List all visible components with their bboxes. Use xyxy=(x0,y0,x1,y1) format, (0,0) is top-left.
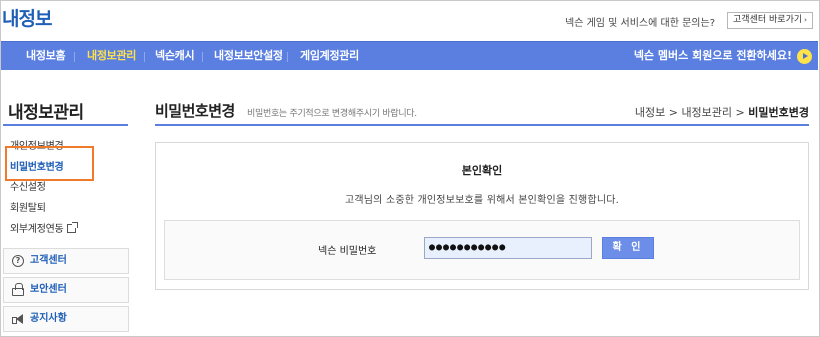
speaker-icon xyxy=(12,314,24,324)
external-link-icon xyxy=(67,222,79,233)
nav-divider xyxy=(144,52,145,62)
sidebar-box-label: 보안센터 xyxy=(30,284,67,295)
password-input[interactable]: ●●●●●●●●●●● xyxy=(424,237,592,259)
page-subtitle: 비밀번호는 주기적으로 변경해주시기 바랍니다. xyxy=(247,109,417,119)
breadcrumb-item[interactable]: 내정보관리 xyxy=(681,106,732,119)
main-nav: 내정보홈 내정보관리 넥슨캐시 내정보보안설정 게임계정관리 넥슨 멤버스 회원… xyxy=(1,41,818,70)
sidebar-box-label: 공지사항 xyxy=(30,313,67,324)
breadcrumb-current: 비밀번호변경 xyxy=(748,106,809,119)
help-circle-icon: ? xyxy=(12,255,24,267)
sidebar-item-external-label: 외부계정연동 xyxy=(10,224,64,235)
help-text: 넥슨 게임 및 서비스에 대한 문의는? xyxy=(565,18,716,29)
sidebar-box-label: 고객센터 xyxy=(30,255,67,266)
nav-item-security[interactable]: 내정보보안설정 xyxy=(214,42,283,71)
page-title: 비밀번호변경 xyxy=(155,102,235,120)
sidebar-title: 내정보관리 xyxy=(8,103,84,123)
panel-title: 본인확인 xyxy=(461,164,503,177)
breadcrumb-item[interactable]: 내정보 xyxy=(635,106,665,119)
nav-divider xyxy=(287,52,288,62)
site-logo[interactable]: 내정보 xyxy=(2,4,52,31)
play-arrow-icon[interactable] xyxy=(797,49,812,64)
nav-divider xyxy=(74,52,75,62)
sidebar-box-customer-center[interactable]: ? 고객센터 xyxy=(3,248,129,274)
membership-promo-link[interactable]: 넥슨 멤버스 회원으로 전환하세요! xyxy=(634,42,792,71)
verification-panel: 본인확인 고객님의 소중한 개인정보보호를 위해서 본인확인을 진행합니다. 넥… xyxy=(155,142,809,290)
breadcrumb: 내정보 > 내정보관리 > 비밀번호변경 xyxy=(635,104,809,120)
nav-item-game-account[interactable]: 게임계정관리 xyxy=(300,42,359,71)
password-label: 넥슨 비밀번호 xyxy=(318,246,377,257)
customer-center-button[interactable]: 고객센터 바로가기 › xyxy=(727,12,813,29)
sidebar-divider xyxy=(3,124,128,126)
nav-item-home[interactable]: 내정보홈 xyxy=(26,42,66,71)
customer-center-label: 고객센터 바로가기 xyxy=(733,15,803,25)
nav-divider xyxy=(202,52,203,62)
lock-icon xyxy=(12,283,24,296)
chevron-right-icon: › xyxy=(804,16,807,24)
main-divider xyxy=(155,124,809,126)
breadcrumb-separator: > xyxy=(735,106,745,119)
nav-item-my-info[interactable]: 내정보관리 xyxy=(87,42,136,71)
password-form: 넥슨 비밀번호 ●●●●●●●●●●● 확 인 xyxy=(164,220,800,280)
confirm-button[interactable]: 확 인 xyxy=(602,237,654,259)
nav-item-cash[interactable]: 넥슨캐시 xyxy=(155,42,195,71)
panel-description: 고객님의 소중한 개인정보보호를 위해서 본인확인을 진행합니다. xyxy=(344,195,620,206)
sidebar-box-security-center[interactable]: 보안센터 xyxy=(3,277,129,303)
sidebar-box-notices[interactable]: 공지사항 xyxy=(3,306,129,332)
sidebar-item-withdraw[interactable]: 회원탈퇴 xyxy=(10,199,46,214)
sidebar-item-external-account[interactable]: 외부계정연동 xyxy=(10,220,79,235)
breadcrumb-separator: > xyxy=(668,106,678,119)
highlight-box xyxy=(5,146,94,181)
